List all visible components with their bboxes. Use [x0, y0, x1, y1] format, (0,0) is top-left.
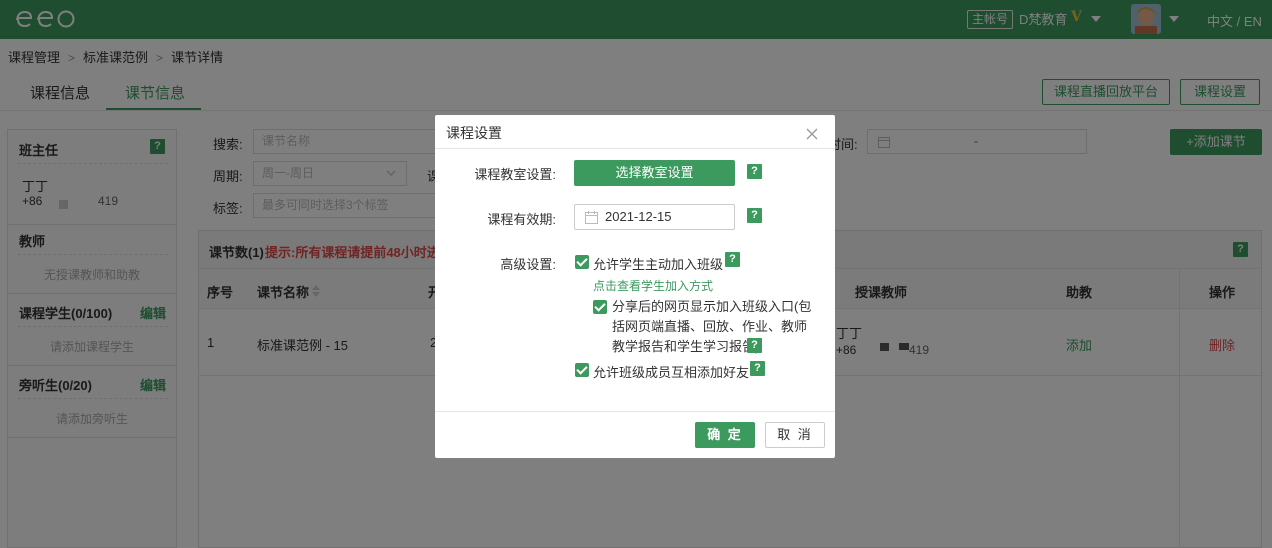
dialog-header-divider: [435, 148, 835, 149]
share-show-join-checkbox[interactable]: [593, 300, 607, 314]
validity-label: 课程有效期:: [487, 212, 556, 227]
add-friends-help-icon[interactable]: ?: [750, 361, 765, 376]
cancel-button[interactable]: 取 消: [765, 422, 825, 448]
calendar-icon: [585, 211, 598, 224]
allow-join-help-icon[interactable]: ?: [725, 252, 740, 267]
dialog-footer-divider: [435, 411, 835, 412]
allow-join-label: 允许学生主动加入班级: [593, 257, 724, 272]
confirm-button[interactable]: 确 定: [695, 422, 755, 448]
validity-help-icon[interactable]: ?: [747, 208, 762, 223]
select-classroom-settings-button[interactable]: 选择教室设置: [574, 160, 735, 186]
allow-add-friends-label: 允许班级成员互相添加好友: [593, 365, 750, 380]
view-join-methods-link[interactable]: 点击查看学生加入方式: [593, 277, 713, 294]
course-settings-dialog: 课程设置 课程教室设置: 选择教室设置 ? 课程有效期: 2021-12-15 …: [435, 115, 835, 458]
close-icon[interactable]: [805, 127, 819, 141]
share-show-join-label: 分享后的网页显示加入班级入口(包括网页端直播、回放、作业、教师教学报告和学生学习…: [612, 299, 812, 354]
classroom-settings-label: 课程教室设置:: [474, 167, 556, 182]
validity-date-input[interactable]: 2021-12-15: [574, 204, 735, 230]
classroom-help-icon[interactable]: ?: [747, 164, 762, 179]
share-help-icon[interactable]: ?: [747, 338, 762, 353]
allow-add-friends-checkbox[interactable]: [575, 363, 589, 377]
advanced-settings-label: 高级设置:: [500, 257, 556, 272]
validity-date-value: 2021-12-15: [605, 209, 672, 224]
dialog-title: 课程设置: [446, 125, 502, 141]
allow-join-checkbox[interactable]: [575, 255, 589, 269]
